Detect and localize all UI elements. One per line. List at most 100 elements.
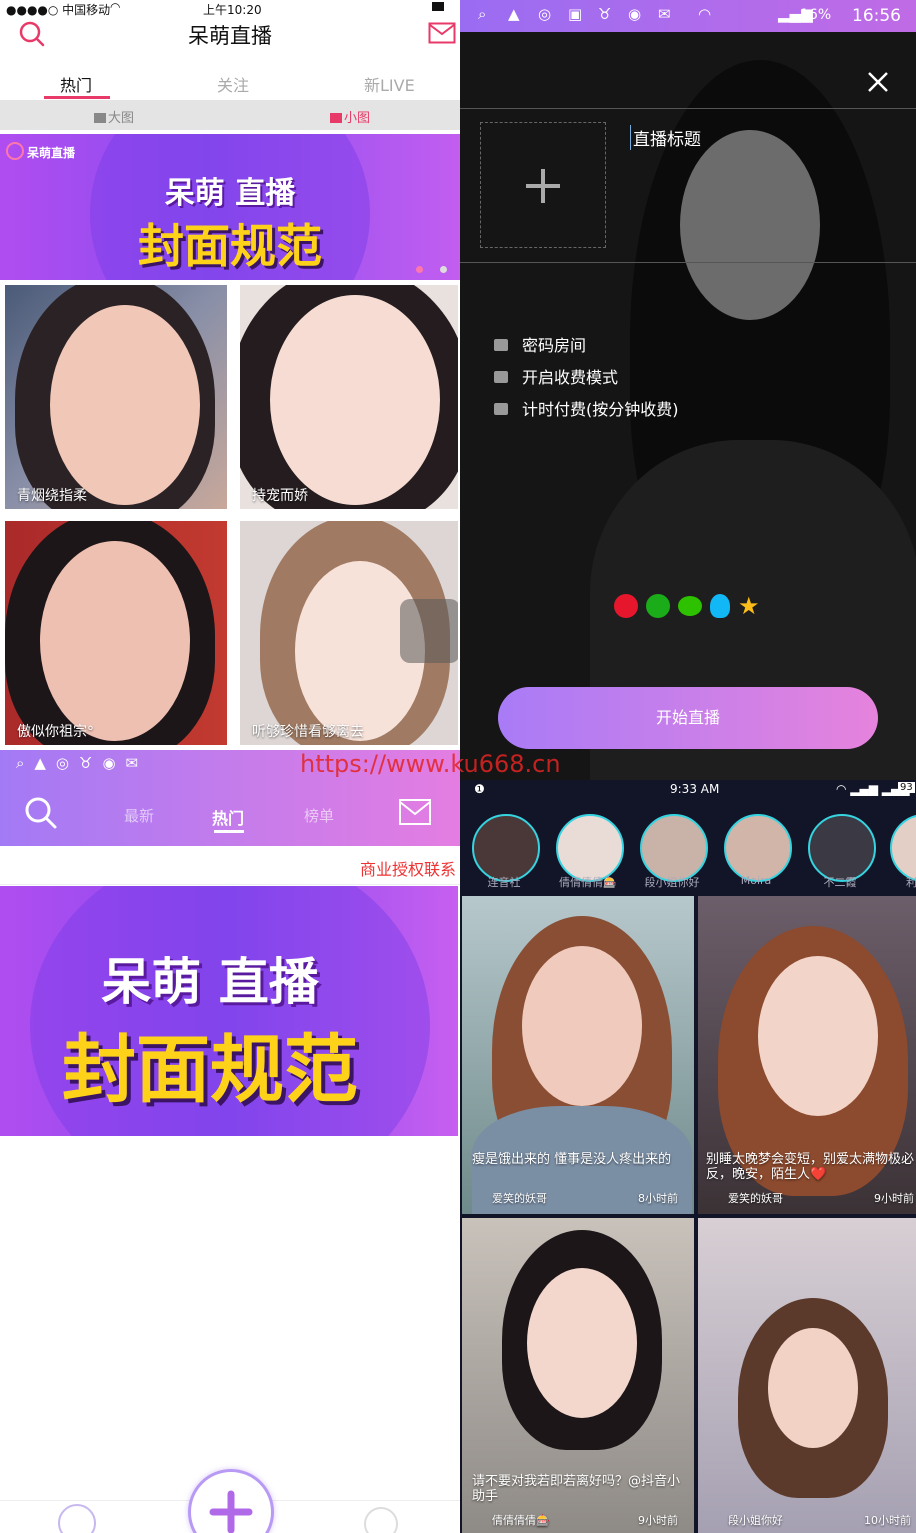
lock-icon <box>494 339 508 351</box>
avatar-item[interactable] <box>808 814 876 882</box>
feed-user: 爱笑的妖哥 <box>492 1192 547 1205</box>
card-face <box>527 1268 637 1418</box>
cover-banner[interactable]: 呆萌直播 呆萌 直播 封面规范 <box>0 134 460 280</box>
start-live-button[interactable]: 开始直播 <box>498 687 878 749</box>
feed-user: 爱笑的妖哥 <box>728 1192 783 1205</box>
message-icon[interactable] <box>398 798 432 826</box>
close-icon[interactable] <box>866 70 890 94</box>
wifi-icon: ◠ <box>698 5 712 23</box>
live-title-input[interactable]: 直播标题 <box>630 125 701 150</box>
banner-line1: 呆萌 直播 <box>101 953 319 1011</box>
tab-indicator <box>44 96 110 99</box>
nav-latest[interactable]: 最新 <box>124 805 154 826</box>
qq-icon[interactable] <box>710 594 730 618</box>
divider <box>460 262 916 263</box>
weibo-icon[interactable] <box>614 594 638 618</box>
feed-time: 10小时前 <box>864 1514 911 1527</box>
feed-time: 9小时前 <box>638 1514 678 1527</box>
portrait-face <box>680 130 820 320</box>
play-icon[interactable] <box>58 1504 96 1533</box>
lock-icon <box>494 371 508 383</box>
avatar-item[interactable] <box>472 814 540 882</box>
feed-user: 倩倩倩倩🎰 <box>492 1514 550 1527</box>
live-card[interactable]: 听够珍惜看够离去 <box>240 521 458 745</box>
avatar-name: 倩倩倩倩🎰 <box>559 876 617 889</box>
sync-icon: ◎ <box>538 5 552 23</box>
feed-time: 9小时前 <box>874 1192 914 1205</box>
card-face <box>270 295 440 505</box>
feed-card[interactable]: 别睡太晚梦会变短，别爱太满物极必反，晚安，陌生人❤️ 爱笑的妖哥 9小时前 <box>698 896 916 1214</box>
view-toggle-bar: 大图 小图 <box>0 100 460 130</box>
cover-upload-button[interactable] <box>480 122 606 248</box>
plus-icon <box>209 1490 253 1533</box>
status-bar: ●●●●○ 中国移动 ◠ 上午10:20 <box>0 0 460 18</box>
tab-follow[interactable]: 关注 <box>217 72 249 96</box>
avatar-item[interactable] <box>890 814 916 882</box>
notification-icon: ❶ <box>474 782 485 796</box>
avatar-item[interactable] <box>556 814 624 882</box>
card-face <box>50 305 200 505</box>
avatar-strip: 连音社 倩倩倩倩🎰 段小姐你好 Moira 不二霞 利 <box>460 810 916 894</box>
tab-new-live[interactable]: 新LIVE <box>364 72 415 96</box>
banner-line1: 呆萌 直播 <box>164 176 296 211</box>
card-caption: 青烟绕指柔 <box>17 488 87 504</box>
tab-hot[interactable]: 热门 <box>60 72 92 96</box>
background-portrait <box>590 60 916 780</box>
live-card[interactable]: 青烟绕指柔 <box>5 285 227 509</box>
top-right-screen: ⌕ ▲ ◎ ▣ ♉ ◉ ✉ ◠ ▂▄▆ 16% 16:56 直播标题 密码房间 … <box>460 0 916 780</box>
moments-icon[interactable] <box>646 594 670 618</box>
feed-card[interactable]: 瘦是饿出来的 懂事是没人疼出来的 爱笑的妖哥 8小时前 <box>462 896 694 1214</box>
profile-icon[interactable] <box>364 1507 398 1533</box>
nav-ranking[interactable]: 榜单 <box>304 805 334 826</box>
bottom-right-screen: ❶ 9:33 AM ◠ ▂▄▆ ▂▄▆ 93 连音社 倩倩倩倩🎰 段小姐你好 M… <box>460 780 916 1533</box>
plus-icon <box>526 169 560 203</box>
feed-time: 8小时前 <box>638 1192 678 1205</box>
banner-line2: 封面规范 <box>62 1027 358 1113</box>
card-caption: 傲似你祖宗° <box>17 724 94 740</box>
nav-indicator <box>214 830 244 833</box>
gallery-icon: ▣ <box>568 5 583 23</box>
bottom-tab-bar <box>0 1469 460 1533</box>
carrier-text: ●●●●○ 中国移动 <box>6 3 111 17</box>
top-left-screen: ●●●●○ 中国移动 ◠ 上午10:20 呆萌直播 热门 关注 新LIVE 大图… <box>0 0 460 750</box>
feed-caption: 请不要对我若即若离好吗？@抖音小助手 <box>472 1474 681 1504</box>
avatar-name: 连音社 <box>487 876 521 889</box>
divider <box>0 884 460 885</box>
feed-caption: 瘦是饿出来的 懂事是没人疼出来的 <box>472 1152 672 1167</box>
floating-assist-button[interactable] <box>400 599 458 663</box>
nav-hot[interactable]: 热门 <box>212 805 244 829</box>
start-live-plus-button[interactable] <box>188 1469 274 1533</box>
option-password-room[interactable]: 密码房间 <box>494 332 586 356</box>
announcement-marquee: 商业授权联系 <box>360 860 457 879</box>
qzone-icon[interactable]: ★ <box>738 594 760 618</box>
small-view-toggle[interactable]: 小图 <box>330 107 370 126</box>
status-time: 9:33 AM <box>670 782 720 796</box>
big-view-toggle[interactable]: 大图 <box>94 107 134 126</box>
live-card[interactable]: 持宠而娇 <box>240 285 458 509</box>
feed-caption: 别睡太晚梦会变短，别爱太满物极必反，晚安，陌生人❤️ <box>706 1152 915 1182</box>
page-title: 呆萌直播 <box>188 24 272 48</box>
status-time: 上午10:20 <box>203 3 262 17</box>
avatar-item[interactable] <box>640 814 708 882</box>
search-icon[interactable] <box>24 796 58 830</box>
bottom-left-screen: ⌕▲◎♉◉✉ 最新 热门 榜单 商业授权联系 呆萌 直播 封面规范 <box>0 750 460 1533</box>
wifi-icon: ◠ <box>110 0 121 14</box>
card-face <box>758 956 878 1116</box>
feed-card[interactable]: 请不要对我若即若离好吗？@抖音小助手 倩倩倩倩🎰 9小时前 <box>462 1218 694 1533</box>
option-paid-mode[interactable]: 开启收费模式 <box>494 364 618 388</box>
cover-banner[interactable]: 呆萌 直播 封面规范 <box>0 886 458 1136</box>
tab-bar: 热门 关注 新LIVE <box>0 66 460 100</box>
live-card[interactable]: 傲似你祖宗° <box>5 521 227 745</box>
search-icon: ⌕ <box>478 5 487 23</box>
battery-level: 93 <box>898 782 915 793</box>
watermark-url: https://www.ku668.cn <box>300 750 561 778</box>
status-icons: ⌕▲◎♉◉✉ <box>16 754 149 772</box>
status-time: 16:56 <box>852 6 901 26</box>
wechat-icon[interactable] <box>678 596 702 616</box>
small-view-icon <box>330 113 342 123</box>
feed-card[interactable]: 段小姐你好 10小时前 <box>698 1218 916 1533</box>
option-timed-pay[interactable]: 计时付费(按分钟收费) <box>494 396 679 420</box>
card-face <box>522 946 642 1106</box>
avatar-item[interactable] <box>724 814 792 882</box>
mail-icon[interactable] <box>428 22 456 44</box>
